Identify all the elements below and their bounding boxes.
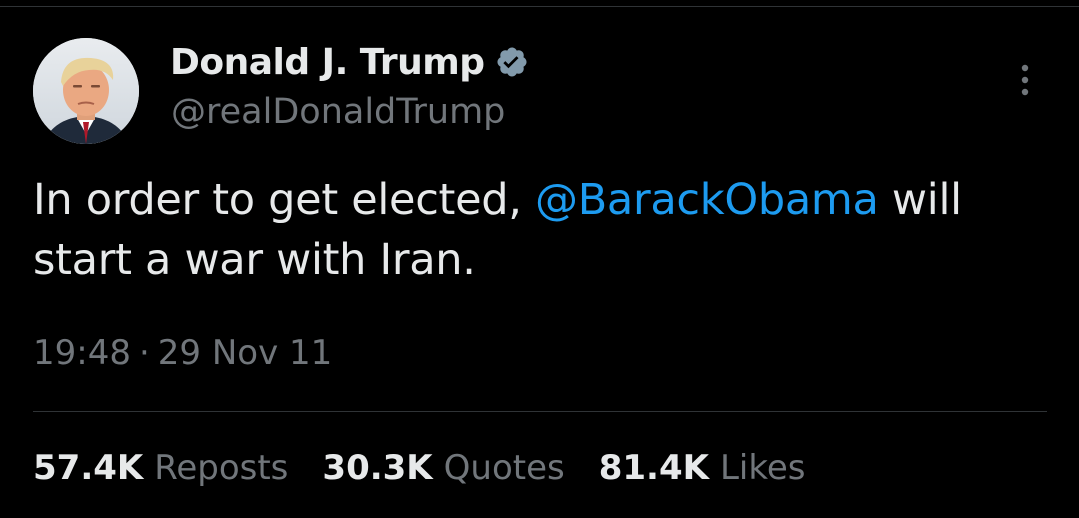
quotes-label: Quotes <box>443 448 565 488</box>
reposts-stat[interactable]: 57.4K Reposts <box>33 448 288 488</box>
mention-link[interactable]: @BarackObama <box>535 175 879 225</box>
likes-stat[interactable]: 81.4K Likes <box>599 448 806 488</box>
tweet-text: In order to get elected, @BarackObama wi… <box>33 170 1043 290</box>
tweet-date: 29 Nov 11 <box>157 333 333 373</box>
tweet-timestamp[interactable]: 19:48 · 29 Nov 11 <box>33 333 332 373</box>
engagement-stats: 57.4K Reposts 30.3K Quotes 81.4K Likes <box>33 448 839 488</box>
author-handle[interactable]: @realDonaldTrump <box>171 92 505 132</box>
more-vertical-icon[interactable] <box>1013 60 1037 100</box>
tweet-time: 19:48 <box>33 333 131 373</box>
tweet-text-before: In order to get elected, <box>33 175 535 225</box>
avatar-photo <box>33 38 139 144</box>
quotes-count: 30.3K <box>322 448 433 488</box>
avatar[interactable] <box>33 38 139 144</box>
author-display-name[interactable]: Donald J. Trump <box>170 42 485 83</box>
quotes-stat[interactable]: 30.3K Quotes <box>322 448 564 488</box>
likes-label: Likes <box>719 448 806 488</box>
reposts-count: 57.4K <box>33 448 144 488</box>
likes-count: 81.4K <box>598 448 709 488</box>
stats-divider <box>33 411 1047 412</box>
top-divider <box>0 6 1079 7</box>
author-name-row: Donald J. Trump <box>170 40 529 84</box>
verified-badge-icon[interactable] <box>495 45 529 79</box>
reposts-label: Reposts <box>154 448 289 488</box>
meta-separator: · <box>138 333 150 373</box>
